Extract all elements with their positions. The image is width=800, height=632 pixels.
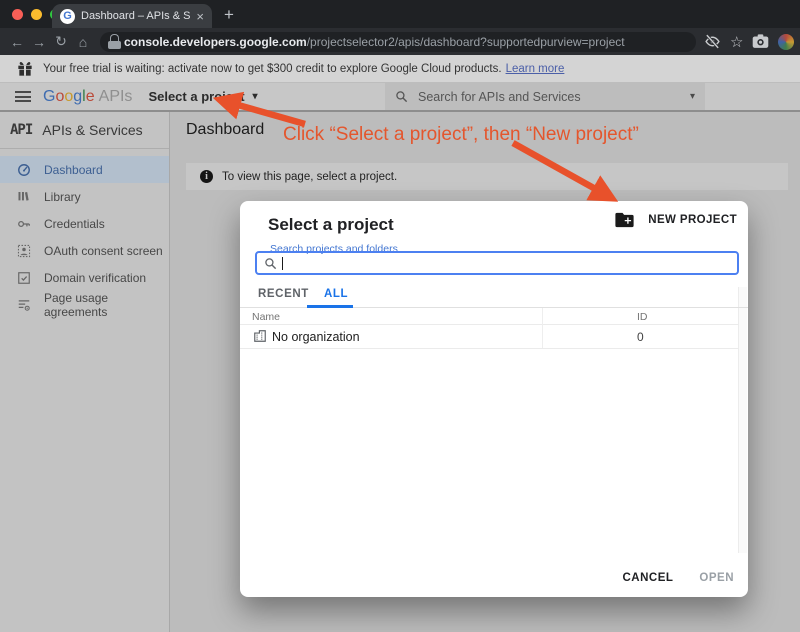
domain-verification-icon — [17, 271, 31, 285]
learn-more-link[interactable]: Learn more — [506, 63, 565, 75]
new-project-label: NEW PROJECT — [648, 214, 737, 226]
sidebar-item-dashboard[interactable]: Dashboard — [0, 156, 169, 183]
tab-favicon-icon: G — [60, 9, 75, 24]
sidebar: API APIs & Services Dashboard Library Cr… — [0, 112, 170, 632]
sidebar-header: API APIs & Services — [0, 112, 169, 149]
sidebar-item-label: OAuth consent screen — [44, 244, 163, 258]
tab-title: Dashboard – APIs & Services – — [81, 10, 190, 22]
browser-tabstrip: G Dashboard – APIs & Services – × + — [0, 0, 800, 28]
chevron-down-icon: ▾ — [253, 91, 258, 102]
sidebar-item-credentials[interactable]: Credentials — [0, 210, 169, 237]
dialog-title: Select a project — [268, 215, 394, 235]
browser-toolbar: ← → ↻ ⌂ console.developers.google.com/pr… — [0, 28, 800, 55]
sidebar-item-label: Credentials — [44, 217, 105, 231]
cancel-button[interactable]: CANCEL — [622, 572, 673, 584]
dialog-scrollbar-track[interactable] — [738, 287, 747, 553]
library-icon — [17, 190, 31, 204]
tab-close-icon[interactable]: × — [196, 10, 204, 23]
project-name: No organization — [272, 330, 360, 344]
search-chevron-down-icon[interactable]: ▾ — [690, 91, 695, 102]
minimize-window-button[interactable] — [31, 9, 42, 20]
dashboard-icon — [17, 163, 31, 177]
text-cursor — [282, 257, 283, 270]
select-project-dialog: Select a project NEW PROJECT Search proj… — [240, 201, 748, 597]
sidebar-item-label: Library — [44, 190, 81, 204]
eye-off-icon[interactable] — [704, 33, 721, 50]
address-bar[interactable]: console.developers.google.com/projectsel… — [100, 32, 696, 52]
free-trial-banner: Your free trial is waiting: activate now… — [0, 55, 800, 83]
project-search-field[interactable] — [255, 251, 739, 275]
search-input[interactable] — [418, 90, 680, 104]
notice-text: To view this page, select a project. — [222, 171, 397, 183]
select-project-notice: i To view this page, select a project. — [186, 163, 788, 190]
column-header-id: ID — [637, 311, 648, 323]
close-window-button[interactable] — [12, 9, 23, 20]
annotation-text: Click “Select a project”, then “New proj… — [283, 124, 639, 146]
forward-icon[interactable]: → — [28, 34, 50, 50]
dialog-tabs: RECENT ALL — [240, 285, 748, 308]
sidebar-item-label: Dashboard — [44, 163, 103, 177]
projects-table-header: Name ID — [240, 308, 739, 325]
tab-recent[interactable]: RECENT — [258, 288, 309, 300]
open-button[interactable]: OPEN — [699, 572, 734, 584]
info-icon: i — [200, 170, 213, 183]
api-product-icon: API — [10, 122, 32, 138]
console-topnav: Google APIs Select a project ▾ ▾ — [0, 83, 800, 112]
back-icon[interactable]: ← — [6, 34, 28, 50]
project-id: 0 — [637, 330, 644, 344]
sidebar-item-page-usage-agreements[interactable]: Page usage agreements — [0, 291, 169, 318]
page-title: Dashboard — [186, 121, 264, 139]
tab-all[interactable]: ALL — [324, 288, 348, 300]
extension-camera-icon[interactable] — [752, 34, 769, 49]
consent-screen-icon — [17, 244, 31, 258]
search-icon — [264, 257, 277, 270]
sidebar-item-oauth-consent-screen[interactable]: OAuth consent screen — [0, 237, 169, 264]
gift-icon — [17, 61, 33, 77]
sidebar-item-library[interactable]: Library — [0, 183, 169, 210]
page-url: console.developers.google.com/projectsel… — [124, 35, 625, 49]
new-project-button[interactable]: NEW PROJECT — [615, 212, 737, 228]
new-project-folder-icon — [615, 212, 634, 228]
bookmark-star-icon[interactable]: ☆ — [730, 33, 743, 51]
menu-icon[interactable] — [15, 91, 31, 102]
profile-avatar[interactable] — [778, 34, 794, 50]
new-tab-button[interactable]: + — [224, 5, 234, 25]
search-icon — [395, 90, 408, 103]
project-selector-button[interactable]: Select a project ▾ — [148, 89, 257, 104]
refresh-icon[interactable]: ↻ — [50, 33, 72, 50]
banner-text: Your free trial is waiting: activate now… — [43, 63, 502, 75]
sidebar-product-label: APIs & Services — [42, 122, 142, 138]
apis-search-bar[interactable]: ▾ — [385, 83, 705, 110]
sidebar-item-domain-verification[interactable]: Domain verification — [0, 264, 169, 291]
sidebar-item-label: Domain verification — [44, 271, 146, 285]
sidebar-item-label: Page usage agreements — [44, 291, 169, 319]
lock-icon — [110, 34, 119, 43]
key-icon — [17, 217, 31, 231]
google-logo[interactable]: Google — [43, 88, 95, 106]
home-icon[interactable]: ⌂ — [72, 34, 94, 50]
organization-icon — [253, 329, 267, 343]
column-header-name: Name — [252, 311, 280, 323]
table-row-no-organization[interactable]: No organization 0 — [240, 325, 739, 349]
browser-tab[interactable]: G Dashboard – APIs & Services – × — [52, 4, 212, 28]
page-usage-agreements-icon — [17, 298, 31, 312]
apis-logo-suffix: APIs — [99, 88, 133, 106]
